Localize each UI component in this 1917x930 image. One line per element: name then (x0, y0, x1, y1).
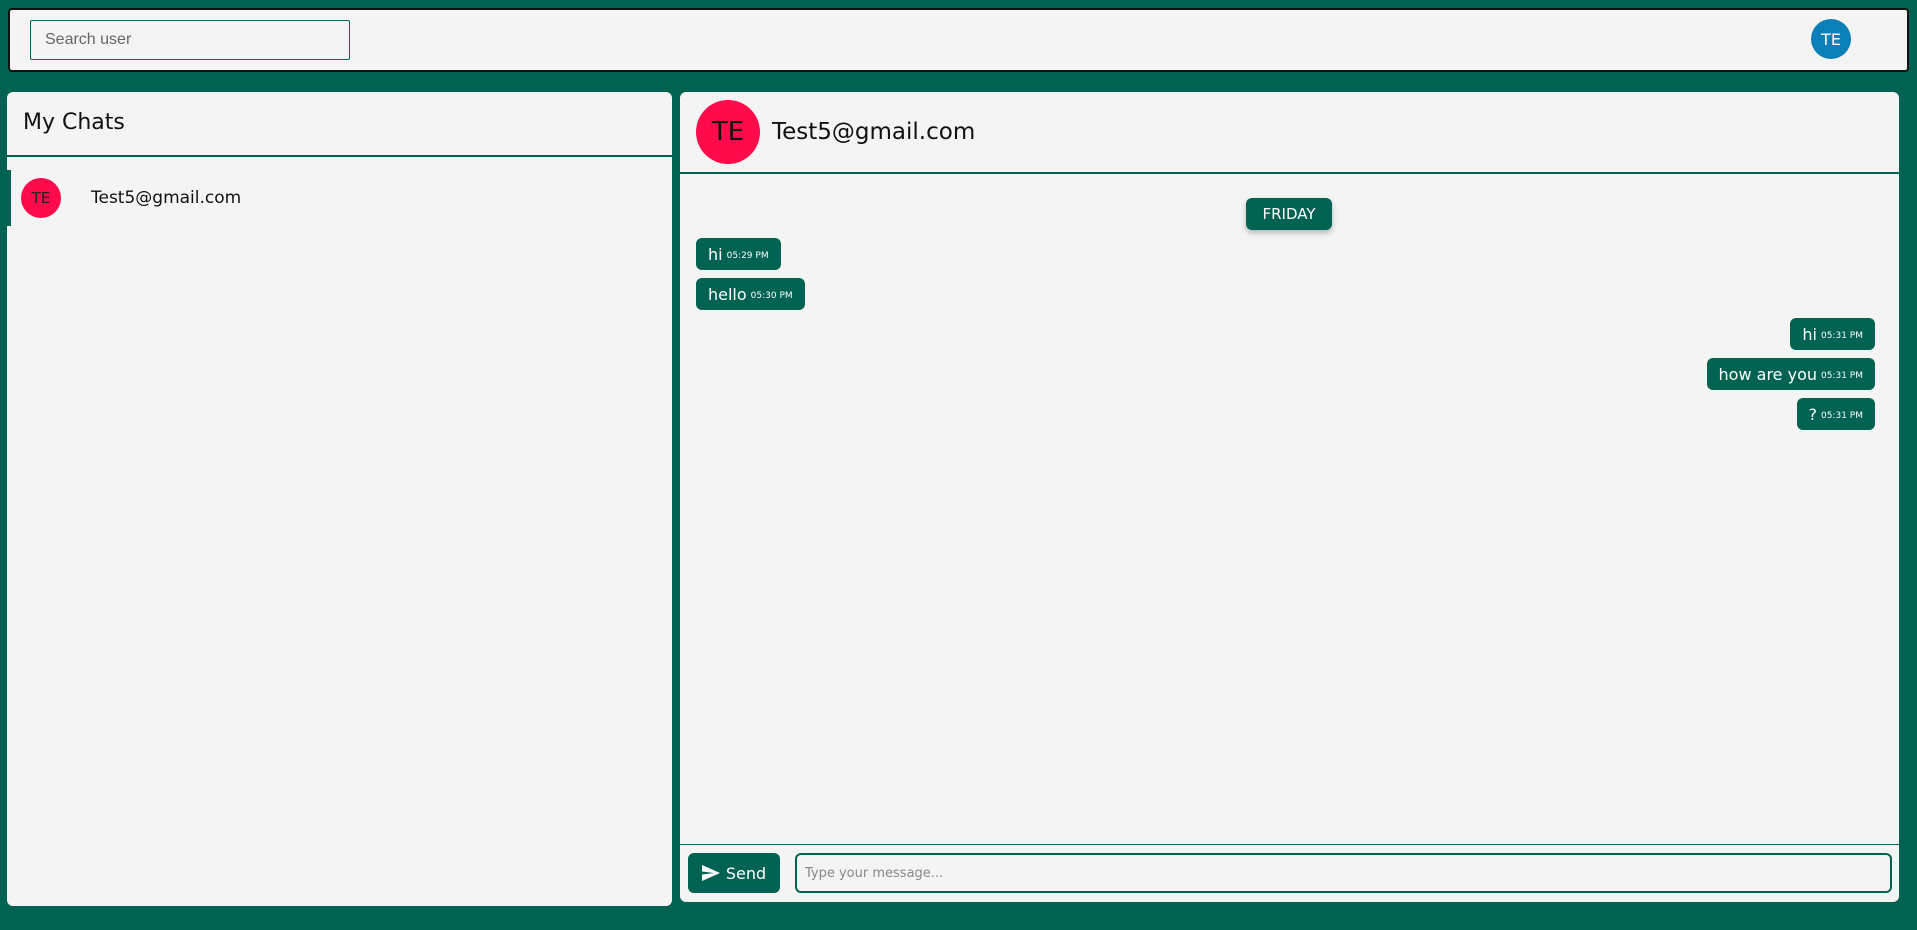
message-composer: Send (680, 844, 1899, 902)
chat-list-item[interactable]: TE Test5@gmail.com (7, 170, 672, 226)
conversation-header: TE Test5@gmail.com (680, 92, 1899, 174)
message-input[interactable] (795, 853, 1892, 893)
top-bar: TE (8, 8, 1909, 72)
chat-item-avatar: TE (21, 178, 61, 218)
message-text: hi (708, 244, 723, 264)
message-bubble: hello 05:30 PM (696, 278, 805, 310)
message-text: ? (1808, 404, 1818, 424)
contact-name: Test5@gmail.com (772, 119, 976, 145)
contact-avatar[interactable]: TE (696, 100, 760, 164)
message-text: how are you (1718, 364, 1817, 384)
message-bubble: hi 05:29 PM (696, 238, 781, 270)
chat-item-name: Test5@gmail.com (91, 188, 242, 208)
send-button[interactable]: Send (688, 853, 780, 893)
conversation-panel: TE Test5@gmail.com FRIDAY hi 05:29 PM he… (680, 92, 1899, 902)
send-button-label: Send (725, 863, 767, 883)
message-time: 05:31 PM (1821, 331, 1863, 341)
message-text: hello (708, 284, 747, 304)
message-text: hi (1802, 324, 1817, 344)
message-time: 05:31 PM (1821, 371, 1863, 381)
message-bubble: hi 05:31 PM (1790, 318, 1875, 350)
message-bubble: ? 05:31 PM (1796, 398, 1875, 430)
chat-list-panel: My Chats TE Test5@gmail.com (7, 92, 672, 906)
day-separator-badge: FRIDAY (1246, 198, 1332, 230)
message-time: 05:31 PM (1821, 411, 1863, 421)
message-time: 05:29 PM (726, 251, 769, 261)
search-user-input[interactable] (30, 20, 350, 60)
user-avatar[interactable]: TE (1811, 19, 1851, 59)
message-bubble: how are you 05:31 PM (1706, 358, 1875, 390)
chat-list-title: My Chats (7, 92, 672, 157)
message-time: 05:30 PM (750, 291, 793, 301)
send-icon (701, 865, 720, 881)
